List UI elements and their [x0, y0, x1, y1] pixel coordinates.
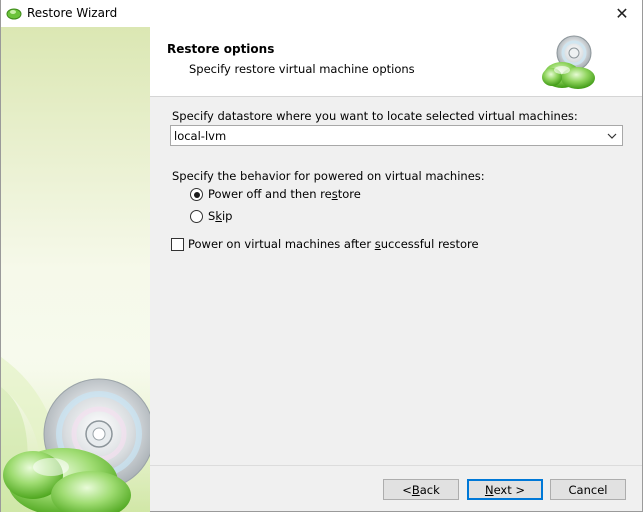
window-title: Restore Wizard — [27, 6, 118, 20]
back-accesskey: B — [411, 482, 420, 497]
disc-cloud-banner-image — [1, 327, 150, 512]
close-icon: ✕ — [615, 4, 629, 23]
cancel-button[interactable]: Cancel — [550, 479, 626, 500]
power-on-after-restore-checkbox[interactable] — [171, 238, 184, 251]
page-subtitle: Specify restore virtual machine options — [189, 62, 415, 76]
next-text-end: ext > — [493, 482, 526, 497]
title-bar: Restore Wizard ✕ — [1, 0, 642, 27]
behavior-label: Specify the behavior for powered on virt… — [172, 169, 485, 183]
chevron-down-icon — [607, 133, 617, 139]
next-button[interactable]: Next > — [467, 479, 543, 500]
app-cloud-icon — [6, 8, 22, 20]
restore-wizard-window: Restore Wizard ✕ Restore options Specify… — [0, 0, 643, 512]
power-off-restore-label[interactable]: Power off and then restore — [208, 187, 361, 201]
back-text-end: ack — [419, 482, 440, 497]
wizard-side-banner — [1, 27, 150, 512]
wizard-header: Restore options Specify restore virtual … — [150, 27, 642, 97]
page-title: Restore options — [167, 42, 275, 56]
disc-cloud-icon — [542, 35, 595, 89]
footer-divider — [150, 465, 642, 466]
skip-text-end: ip — [221, 209, 233, 223]
power-off-restore-radio[interactable] — [190, 188, 203, 201]
datastore-select[interactable]: local-lvm — [170, 125, 623, 146]
back-text: < — [402, 482, 412, 497]
power-off-restore-text: Power off and then re — [208, 187, 332, 201]
skip-radio[interactable] — [190, 210, 203, 223]
skip-label[interactable]: Skip — [208, 209, 232, 223]
power-on-after-restore-label[interactable]: Power on virtual machines after successf… — [188, 237, 479, 251]
back-button[interactable]: < Back — [383, 479, 459, 500]
datastore-label: Specify datastore where you want to loca… — [172, 109, 578, 123]
power-on-text: Power on virtual machines after — [188, 237, 375, 251]
datastore-selected-value: local-lvm — [174, 129, 227, 143]
power-off-restore-text-end: tore — [337, 187, 361, 201]
close-button[interactable]: ✕ — [602, 0, 642, 27]
next-accesskey: N — [484, 482, 494, 497]
skip-accesskey: k — [215, 209, 222, 223]
power-on-text-end: uccessful restore — [380, 237, 479, 251]
